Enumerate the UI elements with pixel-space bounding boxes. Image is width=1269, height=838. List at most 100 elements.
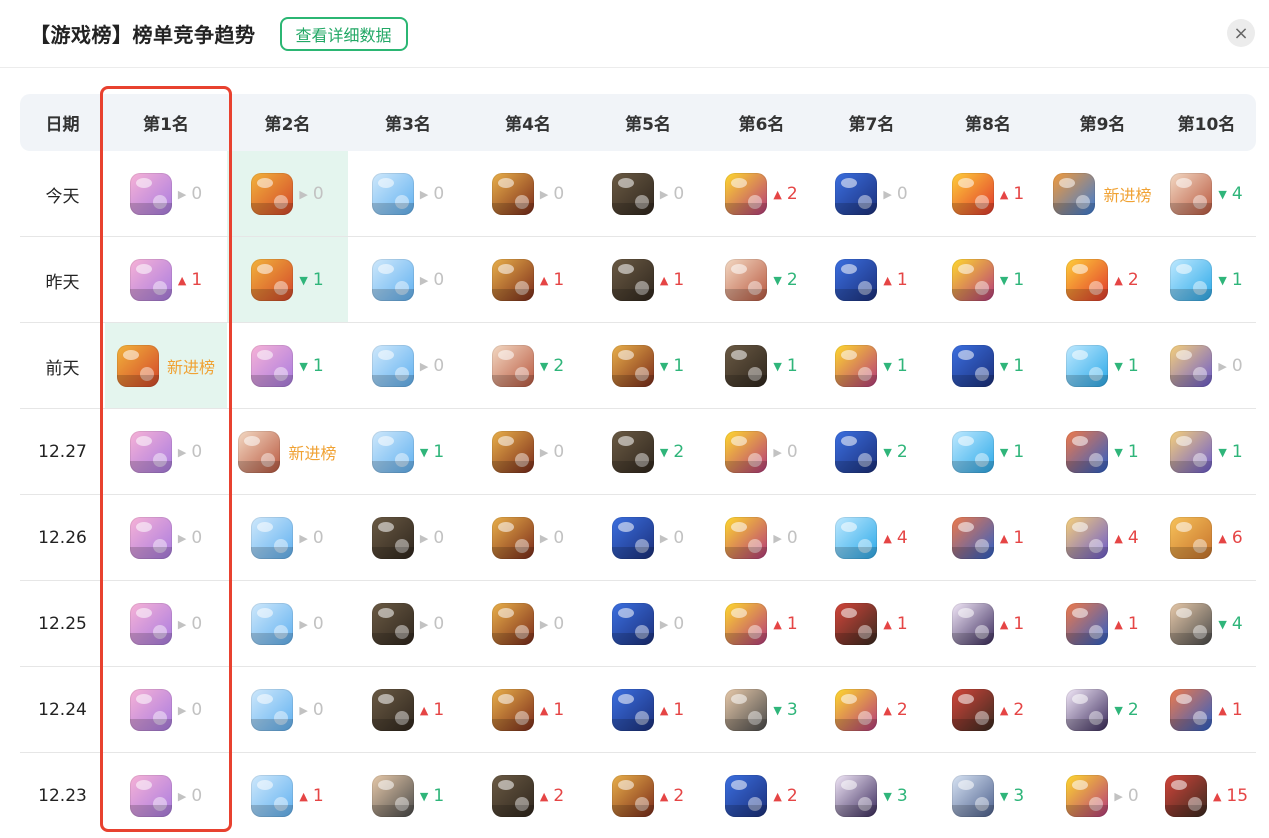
rank-cell[interactable]: ▶ 0 [468,581,588,667]
warrior-game-icon[interactable] [835,603,878,645]
ninja-game-icon[interactable] [835,775,878,817]
rank-cell[interactable]: 新进榜 [1048,151,1157,237]
soldier-game-icon[interactable] [725,689,768,731]
anime-girl-icon[interactable] [491,345,534,387]
subway-runner-icon[interactable] [1066,603,1109,645]
hero-5v5-icon[interactable] [491,259,534,301]
rank-cell[interactable]: ▼ 1 [815,323,928,409]
rank-cell[interactable]: ▶ 0 [1048,753,1157,838]
hero-5v5-icon[interactable] [611,775,654,817]
hero-5v5-icon[interactable] [491,173,534,215]
cloud-boy-icon[interactable] [371,345,414,387]
rank-cell[interactable]: ▲ 6 [1157,495,1256,581]
rank-cell[interactable]: ▶ 0 [708,495,815,581]
chick-game-icon[interactable] [725,173,768,215]
chick-game-icon[interactable] [725,517,768,559]
rank-cell[interactable]: ▲ 1 [227,753,348,838]
chick-game-icon[interactable] [835,689,878,731]
rank-cell[interactable]: ▲ 4 [1048,495,1157,581]
battle-royale-icon[interactable] [491,775,534,817]
penguin-game-icon[interactable] [611,517,654,559]
rank-cell[interactable]: ▶ 0 [348,151,468,237]
rank-cell[interactable]: ▶ 0 [468,409,588,495]
rank-cell[interactable]: ▲ 1 [588,667,708,753]
rank-cell[interactable]: ▼ 1 [928,409,1048,495]
cat-game-icon[interactable] [129,259,172,301]
subway-runner-icon[interactable] [1066,431,1109,473]
rank-cell[interactable]: ▶ 0 [105,667,227,753]
cookie-king-icon[interactable] [116,345,159,387]
rank-cell[interactable]: ▼ 4 [1157,581,1256,667]
rank-cell[interactable]: ▲ 2 [1048,237,1157,323]
battle-royale-icon[interactable] [611,173,654,215]
rank-cell[interactable]: ▼ 1 [588,323,708,409]
rank-cell[interactable]: ▲ 15 [1157,753,1256,838]
cat-game-icon[interactable] [129,775,172,817]
cloud-boy-icon[interactable] [371,173,414,215]
koi-fish-icon[interactable] [951,173,994,215]
penguin-game-icon[interactable] [951,345,994,387]
rank-cell[interactable]: ▼ 3 [928,753,1048,838]
battle-royale-icon[interactable] [371,517,414,559]
chick-game-icon[interactable] [835,345,878,387]
dragon-game-icon[interactable] [1053,173,1096,215]
close-icon[interactable]: × [1227,19,1255,47]
penguin-game-icon[interactable] [835,259,878,301]
cookie-king-icon[interactable] [251,259,294,301]
penguin-game-icon[interactable] [611,689,654,731]
rank-cell[interactable]: ▶ 0 [588,495,708,581]
rank-cell[interactable]: ▲ 1 [105,237,227,323]
rank-cell[interactable]: ▲ 1 [708,581,815,667]
rank-cell[interactable]: ▶ 0 [348,237,468,323]
rank-cell[interactable]: ▶ 0 [468,151,588,237]
rank-cell[interactable]: ▶ 0 [1157,323,1256,409]
battle-royale-icon[interactable] [725,345,768,387]
bear-game-icon[interactable] [1170,517,1213,559]
rank-cell[interactable]: ▼ 1 [928,323,1048,409]
battle-royale-icon[interactable] [611,259,654,301]
subway-runner-icon[interactable] [1170,689,1213,731]
cookie-king-icon[interactable] [251,173,294,215]
battle-royale-icon[interactable] [371,689,414,731]
rank-cell[interactable]: ▶ 0 [227,495,348,581]
soldier-game-icon[interactable] [371,775,414,817]
rank-cell[interactable]: ▲ 1 [928,151,1048,237]
rank-cell[interactable]: ▶ 0 [227,667,348,753]
rank-cell[interactable]: ▼ 1 [227,237,348,323]
squad-game-icon[interactable] [1170,431,1213,473]
cloud-boy-icon[interactable] [251,689,294,731]
knight-game-icon[interactable] [951,775,994,817]
cloud-boy-icon[interactable] [251,603,294,645]
rank-cell[interactable]: ▼ 3 [708,667,815,753]
squad-game-icon[interactable] [1066,517,1109,559]
penguin-game-icon[interactable] [725,775,768,817]
rank-cell[interactable]: ▶ 0 [227,151,348,237]
hero-5v5-icon[interactable] [491,689,534,731]
rank-cell[interactable]: ▼ 1 [227,323,348,409]
rank-cell[interactable]: ▲ 2 [928,667,1048,753]
rank-cell[interactable]: ▼ 1 [348,409,468,495]
rank-cell[interactable]: ▼ 2 [815,409,928,495]
rank-cell[interactable]: ▲ 2 [708,151,815,237]
rank-cell[interactable]: ▲ 2 [815,667,928,753]
rank-cell[interactable]: ▲ 1 [348,667,468,753]
hero-5v5-icon[interactable] [491,431,534,473]
rank-cell[interactable]: ▼ 1 [348,753,468,838]
rank-cell[interactable]: ▲ 1 [815,237,928,323]
rank-cell[interactable]: 新进榜 [105,323,227,409]
rank-cell[interactable]: ▼ 1 [708,323,815,409]
cat-game-icon[interactable] [129,603,172,645]
rank-cell[interactable]: ▲ 2 [588,753,708,838]
rank-cell[interactable]: ▶ 0 [105,753,227,838]
cloud-boy-icon[interactable] [251,517,294,559]
rank-cell[interactable]: ▲ 1 [1157,667,1256,753]
rank-cell[interactable]: ▼ 4 [1157,151,1256,237]
ninja-game-icon[interactable] [951,603,994,645]
hero-5v5-icon[interactable] [491,603,534,645]
warrior-game-icon[interactable] [1164,775,1207,817]
rank-cell[interactable]: ▶ 0 [588,151,708,237]
rank-cell[interactable]: ▼ 2 [1048,667,1157,753]
rank-cell[interactable]: ▼ 2 [588,409,708,495]
view-details-button[interactable]: 查看详细数据 [279,16,408,51]
cat-game-icon[interactable] [251,345,294,387]
